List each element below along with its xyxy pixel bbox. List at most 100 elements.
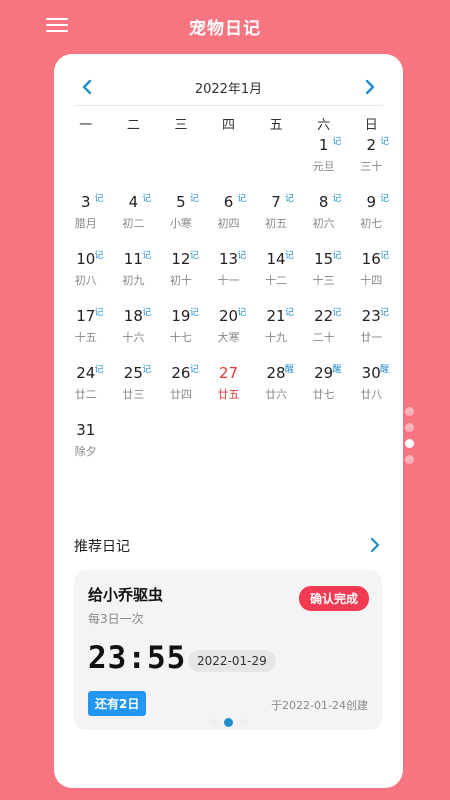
weekday-label: 六 <box>317 118 331 133</box>
chevron-right-icon[interactable] <box>359 77 379 97</box>
day-tag: 记 <box>284 251 294 261</box>
recommend-title: 推荐日记 <box>74 539 130 555</box>
day-tag: 记 <box>379 137 389 147</box>
page-dot[interactable] <box>405 455 414 464</box>
calendar-day-today[interactable]: 27 廿五 <box>205 364 253 421</box>
calendar-day[interactable]: 8 初六记 <box>300 193 348 250</box>
lunar-date: 小寒 <box>169 217 192 230</box>
lunar-date: 廿一 <box>360 331 383 344</box>
weekday-label: 二 <box>126 118 140 133</box>
day-tag: 记 <box>332 137 342 147</box>
calendar-day[interactable]: 29 廿七醒 <box>300 364 348 421</box>
chevron-right-icon[interactable] <box>365 536 383 554</box>
day-tag: 记 <box>379 251 389 261</box>
day-tag: 醒 <box>284 365 294 375</box>
calendar-header: 2022年1月 <box>74 72 383 106</box>
calendar-day[interactable]: 15 十三记 <box>300 250 348 307</box>
calendar-day[interactable]: 25 廿三记 <box>110 364 158 421</box>
calendar-day[interactable]: 16 十四记 <box>347 250 395 307</box>
lunar-date: 初七 <box>360 217 383 230</box>
calendar-day[interactable]: 1 元旦记 <box>300 136 348 193</box>
weekday-label: 五 <box>269 118 283 133</box>
calendar-grid: 1 元旦记 2 三十记 3 腊月记 4 初二记 5 小寒记 6 初四记 7 初五记 8 初六记 9 初七记 10 初八… <box>62 136 395 478</box>
remaining-badge: 还有2日 <box>88 691 147 716</box>
calendar-day[interactable]: 4 初二记 <box>110 193 158 250</box>
calendar-day[interactable]: 17 十五记 <box>62 307 110 364</box>
weekday-label: 三 <box>174 118 188 133</box>
created-date: 于2022-01-24创建 <box>271 699 368 712</box>
lunar-date: 腊月 <box>74 217 97 230</box>
carousel-dot[interactable] <box>239 718 248 727</box>
lunar-date: 二十 <box>312 331 335 344</box>
carousel-dots <box>54 718 403 727</box>
calendar-day[interactable]: 6 初四记 <box>205 193 253 250</box>
lunar-date: 初四 <box>217 217 240 230</box>
lunar-date: 廿三 <box>122 388 145 401</box>
day-tag: 记 <box>379 308 389 318</box>
lunar-date: 廿八 <box>360 388 383 401</box>
calendar-empty-cell <box>205 136 253 193</box>
calendar-day[interactable]: 31 除夕 <box>62 421 110 478</box>
calendar-day[interactable]: 28 廿六醒 <box>252 364 300 421</box>
calendar-day[interactable]: 20 大寒记 <box>205 307 253 364</box>
weekday-row: 一二三四五六日 <box>62 114 395 136</box>
lunar-date: 初六 <box>312 217 335 230</box>
day-tag: 记 <box>94 308 104 318</box>
calendar-empty-cell <box>157 136 205 193</box>
lunar-date: 三十 <box>360 160 383 173</box>
day-tag: 记 <box>142 365 152 375</box>
calendar-day[interactable]: 7 初五记 <box>252 193 300 250</box>
calendar-day[interactable]: 30 廿八醒 <box>347 364 395 421</box>
calendar-day[interactable]: 3 腊月记 <box>62 193 110 250</box>
calendar-day[interactable]: 22 二十记 <box>300 307 348 364</box>
calendar-day[interactable]: 14 十二记 <box>252 250 300 307</box>
diary-card[interactable]: 给小乔驱虫 每3日一次 确认完成 23:55 2022-01-29 还有2日 于… <box>74 570 382 730</box>
calendar-day[interactable]: 9 初七记 <box>347 193 395 250</box>
page-dot[interactable] <box>405 439 414 448</box>
calendar-day[interactable]: 21 十九记 <box>252 307 300 364</box>
calendar-day[interactable]: 2 三十记 <box>347 136 395 193</box>
day-tag: 记 <box>94 251 104 261</box>
lunar-date: 廿二 <box>74 388 97 401</box>
day-tag: 醒 <box>379 365 389 375</box>
calendar-day[interactable]: 24 廿二记 <box>62 364 110 421</box>
lunar-date: 初十 <box>169 274 192 287</box>
lunar-date: 廿六 <box>265 388 288 401</box>
lunar-date: 十三 <box>312 274 335 287</box>
calendar-day[interactable]: 19 十七记 <box>157 307 205 364</box>
day-tag: 记 <box>237 194 247 204</box>
day-tag: 记 <box>284 194 294 204</box>
diary-frequency: 每3日一次 <box>88 612 144 626</box>
calendar-day[interactable]: 10 初八记 <box>62 250 110 307</box>
calendar-day[interactable]: 18 十六记 <box>110 307 158 364</box>
calendar-day[interactable]: 23 廿一记 <box>347 307 395 364</box>
page-dot[interactable] <box>405 423 414 432</box>
day-tag: 记 <box>332 194 342 204</box>
diary-time: 23:55 <box>88 640 187 676</box>
lunar-date: 十七 <box>169 331 192 344</box>
carousel-dot[interactable] <box>209 718 218 727</box>
calendar-empty-cell <box>62 136 110 193</box>
calendar-day[interactable]: 11 初九记 <box>110 250 158 307</box>
day-tag: 记 <box>94 365 104 375</box>
day-tag: 记 <box>379 194 389 204</box>
day-tag: 记 <box>332 308 342 318</box>
day-tag: 记 <box>189 308 199 318</box>
lunar-date: 初九 <box>122 274 145 287</box>
day-tag: 记 <box>237 308 247 318</box>
calendar-day[interactable]: 26 廿四记 <box>157 364 205 421</box>
calendar-empty-cell <box>252 136 300 193</box>
confirm-button[interactable]: 确认完成 <box>298 586 369 611</box>
carousel-dot[interactable] <box>224 718 233 727</box>
day-number: 31 <box>76 421 96 439</box>
calendar-day[interactable]: 13 十一记 <box>205 250 253 307</box>
weekday-label: 四 <box>222 118 236 133</box>
calendar-day[interactable]: 12 初十记 <box>157 250 205 307</box>
month-title: 2022年1月 <box>194 82 263 97</box>
calendar-day[interactable]: 5 小寒记 <box>157 193 205 250</box>
calendar-empty-cell <box>110 136 158 193</box>
page-dot[interactable] <box>405 407 414 416</box>
lunar-date: 初五 <box>265 217 288 230</box>
day-tag: 记 <box>237 251 247 261</box>
lunar-date: 大寒 <box>217 331 240 344</box>
